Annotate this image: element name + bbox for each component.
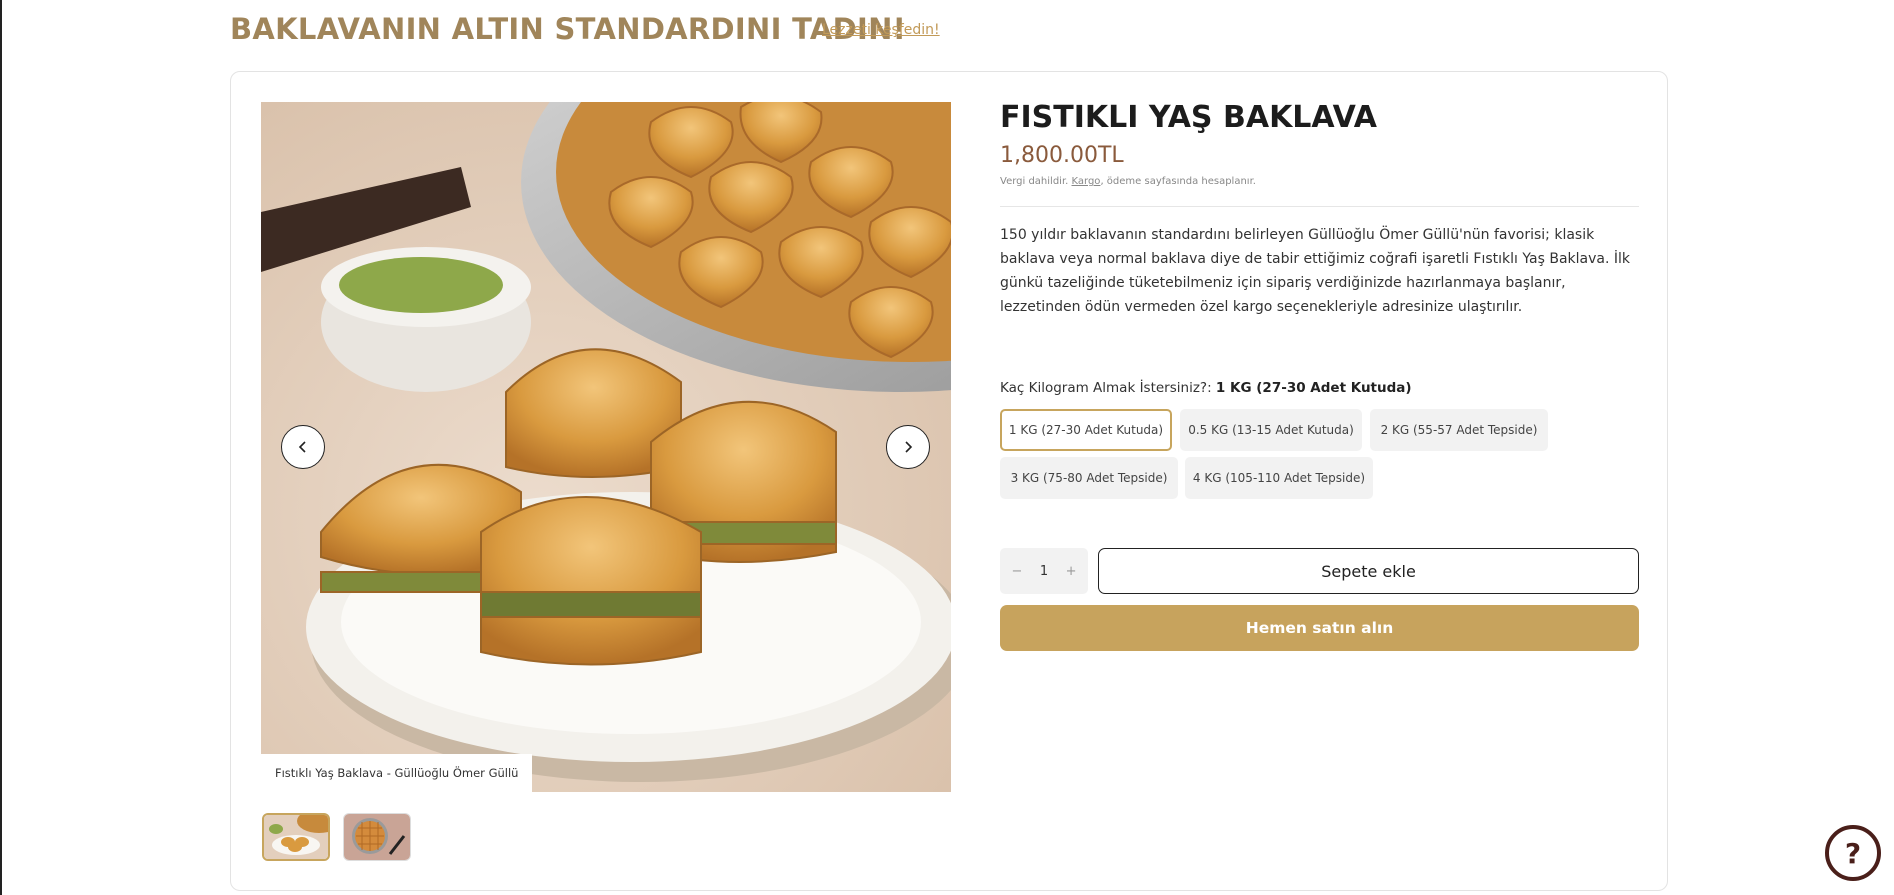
- add-to-cart-button[interactable]: Sepete ekle: [1098, 548, 1639, 594]
- weight-option-selected: 1 KG (27-30 Adet Kutuda): [1215, 380, 1412, 396]
- divider: [1000, 206, 1639, 207]
- help-button[interactable]: ?: [1825, 825, 1881, 881]
- weight-option-1kg[interactable]: 1 KG (27-30 Adet Kutuda): [1000, 409, 1172, 451]
- thumbnail-baklava-plate[interactable]: [262, 813, 330, 861]
- weight-option-label: Kaç Kilogram Almak İstersiniz?: 1 KG (27…: [1000, 380, 1412, 396]
- product-title: FISTIKLI YAŞ BAKLAVA: [1000, 100, 1378, 135]
- question-mark-icon: ?: [1844, 836, 1862, 870]
- tax-note: Vergi dahildir. Kargo, ödeme sayfasında …: [1000, 176, 1256, 187]
- tax-note-suffix: , ödeme sayfasında hesaplanır.: [1100, 176, 1256, 187]
- tax-note-prefix: Vergi dahildir.: [1000, 176, 1069, 187]
- weight-option-question: Kaç Kilogram Almak İstersiniz?:: [1000, 380, 1212, 396]
- gallery-previous-button[interactable]: [281, 425, 325, 469]
- product-main-image: Fıstıklı Yaş Baklava - Güllüoğlu Ömer Gü…: [261, 102, 951, 792]
- image-caption: Fıstıklı Yaş Baklava - Güllüoğlu Ömer Gü…: [261, 754, 533, 792]
- quantity-value[interactable]: 1: [1040, 564, 1048, 579]
- quantity-increase-button[interactable]: +: [1060, 564, 1082, 579]
- shipping-link[interactable]: Kargo: [1072, 176, 1101, 187]
- baklava-tray-thumbnail: [344, 814, 410, 860]
- weight-option-4kg[interactable]: 4 KG (105-110 Adet Tepside): [1185, 457, 1373, 499]
- quantity-stepper: − 1 +: [1000, 548, 1088, 594]
- baklava-photo: [261, 102, 951, 792]
- gallery-next-button[interactable]: [886, 425, 930, 469]
- thumbnail-baklava-tray[interactable]: [343, 813, 411, 861]
- quantity-decrease-button[interactable]: −: [1006, 564, 1028, 579]
- product-description: 150 yıldır baklavanın standardını belirl…: [1000, 227, 1630, 315]
- weight-option-3kg[interactable]: 3 KG (75-80 Adet Tepside): [1000, 457, 1178, 499]
- baklava-plate-thumbnail: [264, 815, 328, 859]
- discover-taste-link[interactable]: Lezzeti keşfedin!: [822, 22, 940, 38]
- window-edge: [0, 0, 2, 895]
- buy-now-button[interactable]: Hemen satın alın: [1000, 605, 1639, 651]
- product-price: 1,800.00TL: [1000, 143, 1124, 168]
- chevron-right-icon: [905, 441, 913, 453]
- weight-option-2kg[interactable]: 2 KG (55-57 Adet Tepside): [1370, 409, 1548, 451]
- hero-title: BAKLAVANIN ALTIN STANDARDINI TADIN!: [230, 12, 907, 46]
- chevron-left-icon: [298, 441, 306, 453]
- weight-option-0-5kg[interactable]: 0.5 KG (13-15 Adet Kutuda): [1180, 409, 1362, 451]
